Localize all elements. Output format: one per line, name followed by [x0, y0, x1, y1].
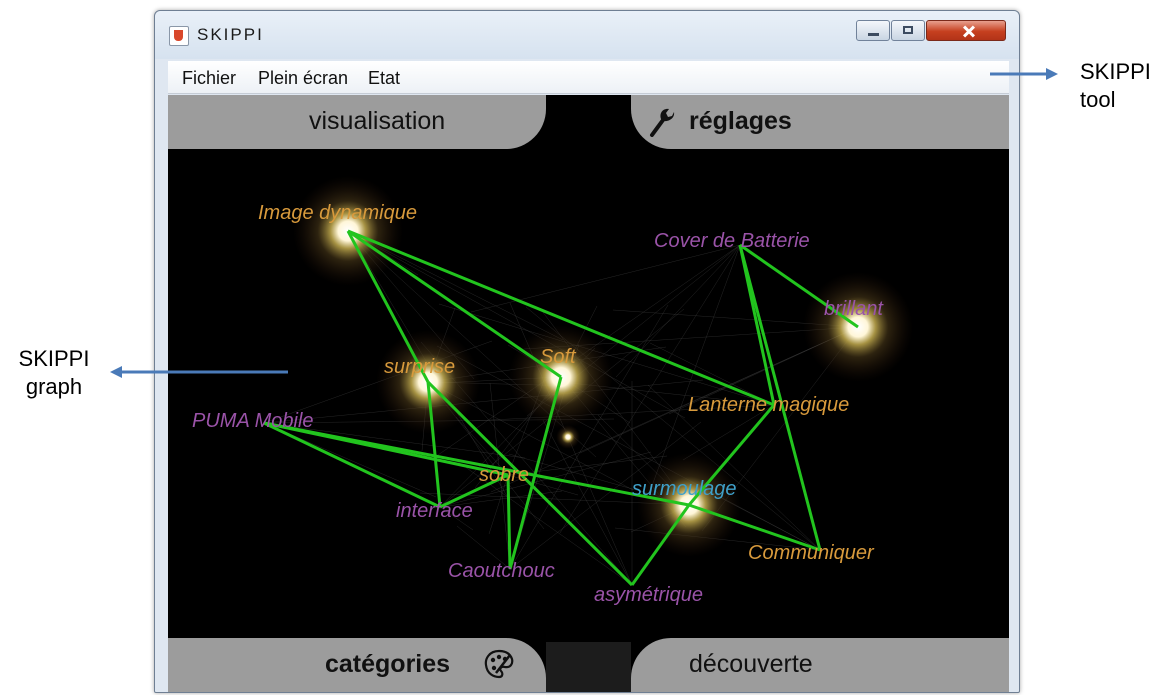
tab-decouverte-label: découverte — [689, 650, 813, 678]
skippi-window: SKIPPI Fichier Plein écran Etat Image dy… — [154, 10, 1020, 693]
tab-categories[interactable]: catégories — [168, 638, 546, 692]
menu-bar: Fichier Plein écran Etat — [168, 61, 1009, 94]
graph-arrow-icon — [110, 366, 288, 378]
annotation-tool-line1: SKIPPI — [1080, 59, 1151, 84]
tab-reglages[interactable]: réglages — [631, 95, 1009, 149]
node-label-interface[interactable]: interface — [396, 500, 473, 522]
minimize-button[interactable] — [856, 20, 890, 41]
node-label-cover[interactable]: Cover de Batterie — [654, 230, 810, 252]
node-label-puma[interactable]: PUMA Mobile — [192, 410, 314, 432]
annotation-graph: SKIPPI graph — [8, 345, 100, 401]
annotation-tool-line2: tool — [1080, 87, 1116, 112]
skippi-content: Image dynamique Cover de Batterie brillant… — [168, 95, 1009, 692]
node-label-soft[interactable]: Soft — [540, 346, 577, 368]
node-label-surmoulage[interactable]: surmoulage — [632, 478, 737, 500]
menu-etat[interactable]: Etat — [368, 68, 400, 89]
tab-reglages-label: réglages — [689, 107, 792, 135]
menu-plein-ecran[interactable]: Plein écran — [258, 68, 348, 89]
annotation-tool: SKIPPI tool — [1080, 58, 1151, 114]
tab-categories-label: catégories — [325, 650, 451, 678]
node-label-image[interactable]: Image dynamique — [258, 202, 417, 224]
node-label-asymetrique[interactable]: asymétrique — [594, 584, 703, 606]
window-title: SKIPPI — [197, 25, 264, 44]
skippi-graph[interactable]: Image dynamique Cover de Batterie brillant… — [168, 95, 1009, 692]
node-label-lanterne[interactable]: Lanterne magique — [688, 394, 849, 416]
wrench-icon — [650, 108, 675, 137]
tab-visualisation[interactable]: visualisation — [168, 95, 546, 149]
edge-puma-interface — [263, 421, 441, 509]
title-bar: SKIPPI — [155, 11, 1019, 59]
edge-sobre-caoutchouc — [506, 474, 512, 570]
maximize-button[interactable] — [891, 20, 925, 41]
node-glow-center — [556, 425, 580, 449]
node-label-sobre[interactable]: sobre — [479, 464, 529, 486]
close-button[interactable] — [926, 20, 1006, 41]
tab-decouverte[interactable]: découverte — [631, 638, 1009, 692]
node-label-caoutchouc[interactable]: Caoutchouc — [448, 560, 555, 582]
java-app-icon — [169, 26, 189, 46]
node-label-brillant[interactable]: brillant — [824, 298, 884, 320]
palette-icon — [484, 649, 514, 679]
annotation-graph-line1: SKIPPI — [18, 346, 90, 371]
node-label-surprise[interactable]: surprise — [384, 356, 455, 378]
node-label-communiquer[interactable]: Communiquer — [748, 542, 875, 564]
tool-arrow-icon — [990, 68, 1058, 80]
tab-visualisation-label: visualisation — [309, 107, 446, 135]
annotation-graph-line2: graph — [25, 374, 83, 399]
menu-fichier[interactable]: Fichier — [182, 68, 236, 89]
tab-separator — [546, 642, 631, 692]
